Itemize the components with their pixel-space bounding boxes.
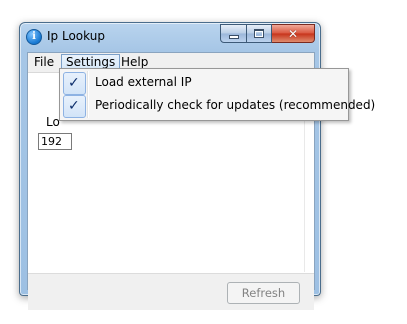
bottom-bar: Refresh <box>28 273 314 310</box>
menu-item-label: Load external IP <box>95 75 192 89</box>
app-window: i Ip Lookup ✕ File Settings Help Lo 192 … <box>19 22 321 310</box>
scroll-area <box>304 97 313 272</box>
checkmark-icon: ✓ <box>68 98 80 114</box>
local-ip-field[interactable]: 192 <box>38 133 72 150</box>
maximize-icon <box>254 29 264 38</box>
caption-buttons: ✕ <box>220 24 315 43</box>
menu-item-check-updates[interactable]: ✓ Periodically check for updates (recomm… <box>62 95 375 118</box>
menu-item-load-external-ip[interactable]: ✓ Load external IP <box>62 72 344 95</box>
minimize-icon <box>228 35 239 39</box>
close-button[interactable]: ✕ <box>272 24 315 43</box>
info-icon: i <box>26 29 42 45</box>
menu-item-label: Periodically check for updates (recommen… <box>95 98 376 112</box>
maximize-button[interactable] <box>247 24 272 43</box>
title-bar[interactable]: i Ip Lookup ✕ <box>20 23 320 49</box>
checkmark-icon: ✓ <box>68 75 80 91</box>
window-title: Ip Lookup <box>47 29 105 43</box>
settings-dropdown-menu: ✓ Load external IP ✓ Periodically check … <box>59 68 375 121</box>
checkbox-load-external-ip: ✓ <box>63 72 86 95</box>
local-ip-label: Lo <box>46 115 60 129</box>
refresh-button[interactable]: Refresh <box>227 282 300 304</box>
minimize-button[interactable] <box>220 24 247 43</box>
close-icon: ✕ <box>287 26 299 41</box>
menu-file[interactable]: File <box>30 55 58 70</box>
checkbox-check-updates: ✓ <box>63 95 86 118</box>
